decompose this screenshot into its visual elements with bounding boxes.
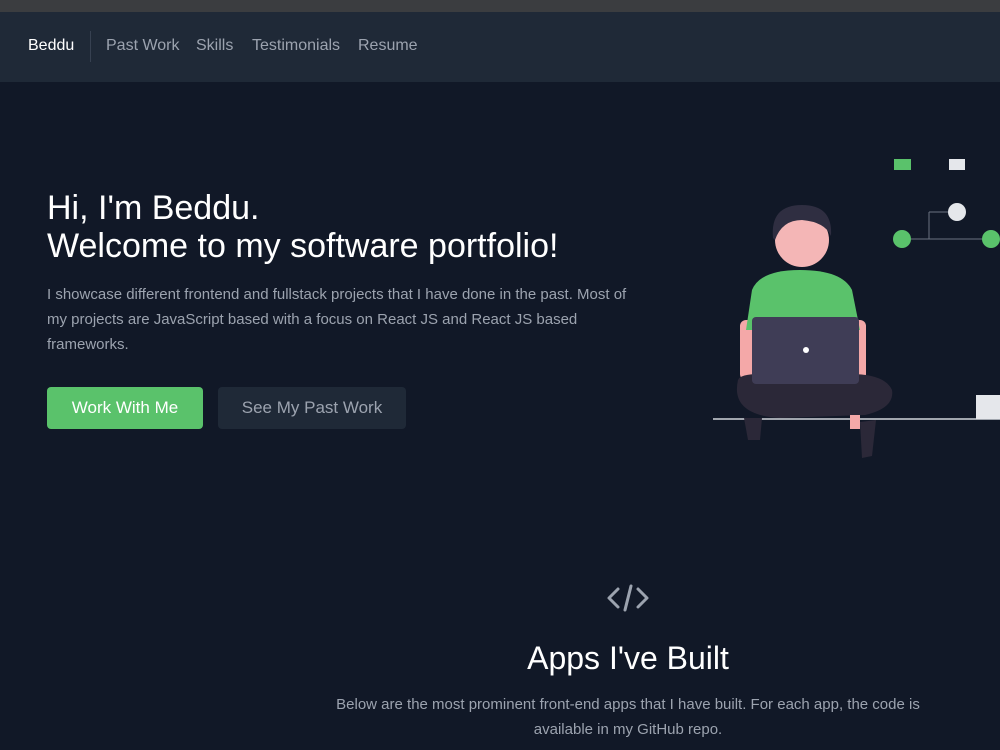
decor-node-green-right <box>982 230 1000 248</box>
laptop-logo <box>803 347 809 353</box>
code-icon <box>607 584 649 612</box>
browser-top-strip <box>0 0 1000 12</box>
decor-green-square <box>894 159 911 170</box>
work-with-me-button[interactable]: Work With Me <box>47 387 203 429</box>
decor-box <box>976 395 1000 419</box>
nav-divider <box>90 31 91 62</box>
apps-section-description: Below are the most prominent front-end a… <box>336 696 920 738</box>
nav-link-skills[interactable]: Skills <box>196 37 233 55</box>
see-past-work-button[interactable]: See My Past Work <box>218 387 406 429</box>
hero-title-line1: Hi, I'm Beddu. <box>47 189 260 227</box>
right-shoe <box>860 420 876 458</box>
developer-illustration <box>713 159 1000 458</box>
nav-link-testimonials[interactable]: Testimonials <box>252 37 340 55</box>
nav-link-past-work[interactable]: Past Work <box>106 37 180 55</box>
hero-title-line2: Welcome to my software portfolio! <box>47 227 559 265</box>
decor-white-square <box>949 159 965 170</box>
apps-section-title: Apps I've Built <box>527 640 729 676</box>
left-shoe <box>744 418 762 440</box>
navbar: Beddu Past Work Skills Testimonials Resu… <box>0 12 1000 82</box>
brand-link[interactable]: Beddu <box>28 37 74 55</box>
decor-node-white <box>948 203 966 221</box>
decor-node-green-left <box>893 230 911 248</box>
nav-link-resume[interactable]: Resume <box>358 37 418 55</box>
foot <box>850 415 860 429</box>
hero-description: I showcase different frontend and fullst… <box>47 286 627 353</box>
hero-title: Hi, I'm Beddu. Welcome to my software po… <box>47 189 558 265</box>
